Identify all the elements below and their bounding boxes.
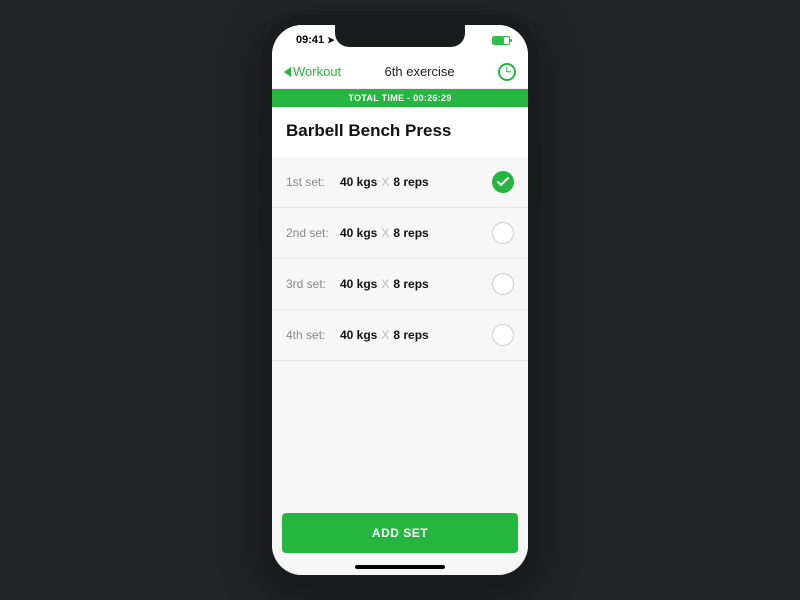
device-frame: 09:41 ➤ Workout 6th exercise TOTAL TIME … <box>262 15 538 585</box>
back-label: Workout <box>293 64 341 79</box>
status-time: 09:41 <box>296 34 324 46</box>
set-values: 40 kgs X 8 reps <box>340 277 492 291</box>
back-button[interactable]: Workout <box>284 64 341 79</box>
set-row: 3rd set:40 kgs X 8 reps <box>272 259 528 310</box>
home-indicator <box>355 565 445 569</box>
location-icon: ➤ <box>327 35 335 46</box>
set-weight: 40 kgs <box>340 175 377 189</box>
x-separator: X <box>381 175 389 189</box>
set-reps: 8 reps <box>393 175 428 189</box>
clock-icon[interactable] <box>498 63 516 81</box>
chevron-left-icon <box>284 67 291 77</box>
check-circle[interactable] <box>492 273 514 295</box>
x-separator: X <box>381 328 389 342</box>
set-weight: 40 kgs <box>340 277 377 291</box>
set-values: 40 kgs X 8 reps <box>340 328 492 342</box>
set-label: 4th set: <box>286 328 340 342</box>
timer-bar: TOTAL TIME - 00:26:29 <box>272 89 528 107</box>
set-label: 1st set: <box>286 175 340 189</box>
set-row: 1st set:40 kgs X 8 reps <box>272 157 528 208</box>
x-separator: X <box>381 277 389 291</box>
nav-title: 6th exercise <box>385 64 455 79</box>
check-icon[interactable] <box>492 171 514 193</box>
check-circle[interactable] <box>492 222 514 244</box>
set-weight: 40 kgs <box>340 226 377 240</box>
set-values: 40 kgs X 8 reps <box>340 226 492 240</box>
side-button-right <box>538 145 541 205</box>
set-reps: 8 reps <box>393 328 428 342</box>
set-values: 40 kgs X 8 reps <box>340 175 492 189</box>
nav-bar: Workout 6th exercise <box>272 55 528 89</box>
exercise-title: Barbell Bench Press <box>272 107 528 157</box>
screen: 09:41 ➤ Workout 6th exercise TOTAL TIME … <box>272 25 528 575</box>
set-reps: 8 reps <box>393 226 428 240</box>
set-label: 2nd set: <box>286 226 340 240</box>
side-button-mute <box>259 115 262 139</box>
set-row: 4th set:40 kgs X 8 reps <box>272 310 528 361</box>
set-row: 2nd set:40 kgs X 8 reps <box>272 208 528 259</box>
add-set-button[interactable]: ADD SET <box>282 513 518 553</box>
battery-icon <box>492 36 510 45</box>
set-reps: 8 reps <box>393 277 428 291</box>
set-weight: 40 kgs <box>340 328 377 342</box>
x-separator: X <box>381 226 389 240</box>
side-button-vol-down <box>259 205 262 245</box>
set-label: 3rd set: <box>286 277 340 291</box>
sets-list: 1st set:40 kgsX8 reps2nd set:40 kgsX8 re… <box>272 157 528 503</box>
check-circle[interactable] <box>492 324 514 346</box>
side-button-vol-up <box>259 155 262 195</box>
notch <box>335 25 465 47</box>
